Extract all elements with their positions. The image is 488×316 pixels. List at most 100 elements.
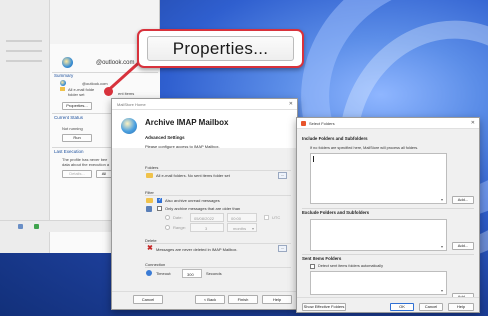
scroll-down-icon[interactable]: ▾ (441, 244, 443, 249)
placeholder-line (6, 60, 42, 62)
calendar-icon (146, 206, 152, 212)
summary-line-c: ent items (118, 91, 135, 96)
last-execution-label: Last Execution (54, 149, 84, 154)
range-radio[interactable] (165, 225, 170, 230)
range-unit: months (233, 226, 247, 231)
detect-sent-label: Detect sent items folders automatically (318, 264, 383, 268)
app-icon (301, 121, 306, 126)
include-hint: If no folders are specified here, MailSt… (310, 146, 419, 150)
configure-text: Please configure access to IMAP Mailbox. (145, 144, 220, 149)
summary-email: @outlook.com (82, 81, 108, 86)
folders-value: All e-mail folders. No sent items folder… (156, 173, 230, 178)
account-icon (62, 57, 73, 68)
archive-imap-dialog: MailStore Home ✕ Archive IMAP Mailbox Ad… (111, 98, 298, 310)
timeout-input[interactable]: 300 (182, 269, 202, 278)
time-value: 00:00 (231, 216, 242, 221)
last-exec-line2: data about the execution a (62, 162, 110, 167)
sent-items-heading: Sent Items Folders (302, 256, 342, 261)
ok-button[interactable]: OK (390, 303, 414, 311)
callout-dot (104, 87, 113, 96)
timeout-unit: Seconds (206, 271, 222, 276)
folder-icon (146, 198, 153, 203)
summary-label: Summary (54, 73, 74, 78)
range-input[interactable]: 3 (190, 223, 224, 232)
folder-icon (60, 87, 65, 91)
also-archive-unread-checkbox[interactable] (157, 197, 162, 203)
divider (145, 195, 291, 196)
date-label: Date: (173, 215, 183, 220)
range-unit-select[interactable]: months ▾ (227, 223, 257, 232)
scroll-down-icon[interactable]: ▾ (441, 197, 443, 202)
time-input[interactable]: 00:00 (227, 213, 257, 222)
advanced-settings-heading: Advanced Settings (145, 135, 185, 140)
delete-value: Messages are never deleted in IMAP Mailb… (156, 247, 238, 252)
account-small-icon (60, 80, 66, 86)
only-archive-older-checkbox[interactable] (157, 206, 162, 211)
include-folders-list[interactable]: ▾ (310, 153, 447, 204)
callout-text: Properties... (172, 38, 269, 58)
help-button[interactable]: Help (448, 303, 474, 311)
delete-browse-button[interactable]: ... (278, 245, 287, 252)
dialog-window-title: MailStore Home (117, 102, 146, 107)
include-folders-heading: Include Folders and Subfolders (302, 136, 368, 141)
placeholder-line (6, 50, 42, 52)
current-status-label: Current Status (54, 115, 84, 120)
utc-label: UTC (272, 215, 281, 220)
background-left-pane (0, 0, 50, 253)
callout-properties-button: Properties... (147, 36, 294, 61)
statusbar-icon (34, 224, 39, 229)
divider (145, 267, 291, 268)
details-button[interactable]: Details... (62, 170, 92, 178)
sent-folders-list[interactable]: ▾ (310, 271, 447, 295)
date-radio[interactable] (165, 215, 170, 220)
delete-x-icon: ✖ (147, 245, 153, 252)
divider (145, 170, 291, 171)
cancel-button[interactable]: Cancel (133, 295, 163, 304)
timeout-label: Timeout: (156, 271, 172, 276)
select-folders-dialog: Select Folders ✕ Include Folders and Sub… (296, 117, 480, 313)
folder-icon (146, 173, 153, 178)
also-archive-unread-label: Also archive unread messages (165, 198, 220, 203)
help-button[interactable]: Help (262, 295, 292, 304)
chevron-down-icon: ▾ (252, 226, 255, 231)
add-exclude-button[interactable]: Add... (452, 242, 474, 250)
properties-button[interactable]: Properties... (62, 102, 92, 110)
range-label: Range: (173, 225, 186, 230)
divider (302, 208, 474, 209)
status-value: Not running (62, 126, 83, 131)
utc-checkbox[interactable] (264, 215, 269, 220)
exclude-folders-list[interactable]: ▾ (310, 219, 447, 251)
account-email: @outlook.com (96, 60, 135, 66)
date-value: 05/08/2022 (194, 216, 215, 221)
show-effective-folders-button[interactable]: Show Effective Folders (302, 303, 346, 311)
range-value: 3 (205, 226, 208, 231)
run-button[interactable]: Run (62, 134, 92, 142)
all-button[interactable]: All (96, 170, 112, 178)
back-button[interactable]: < Back (195, 295, 225, 304)
dialog-header: Archive IMAP Mailbox (112, 110, 297, 148)
timeout-value: 300 (187, 272, 194, 277)
detect-sent-checkbox[interactable] (310, 264, 315, 269)
finish-button[interactable]: Finish (228, 295, 258, 304)
placeholder-line (6, 40, 42, 42)
dialog-title: Archive IMAP Mailbox (145, 118, 229, 127)
mailbox-icon (121, 118, 137, 134)
divider (145, 243, 291, 244)
statusbar-icon (18, 224, 23, 229)
close-icon[interactable]: ✕ (471, 120, 475, 126)
scroll-down-icon[interactable]: ▾ (441, 288, 443, 293)
folders-browse-button[interactable]: ... (278, 172, 287, 179)
text-caret (313, 156, 314, 162)
date-input[interactable]: 05/08/2022 (190, 213, 224, 222)
only-archive-older-label: Only archive messages that are older tha… (165, 206, 241, 211)
close-icon[interactable]: ✕ (289, 101, 293, 107)
add-include-button[interactable]: Add... (452, 196, 474, 204)
divider (302, 254, 474, 255)
summary-line-b: folder set (68, 92, 85, 97)
dialog-window-title: Select Folders (309, 121, 335, 126)
exclude-folders-heading: Exclude Folders and Subfolders (302, 210, 370, 215)
timeout-icon (146, 270, 152, 276)
dialog-titlebar: Select Folders ✕ (297, 118, 479, 129)
dialog-titlebar: MailStore Home ✕ (112, 99, 297, 110)
cancel-button[interactable]: Cancel (419, 303, 443, 311)
